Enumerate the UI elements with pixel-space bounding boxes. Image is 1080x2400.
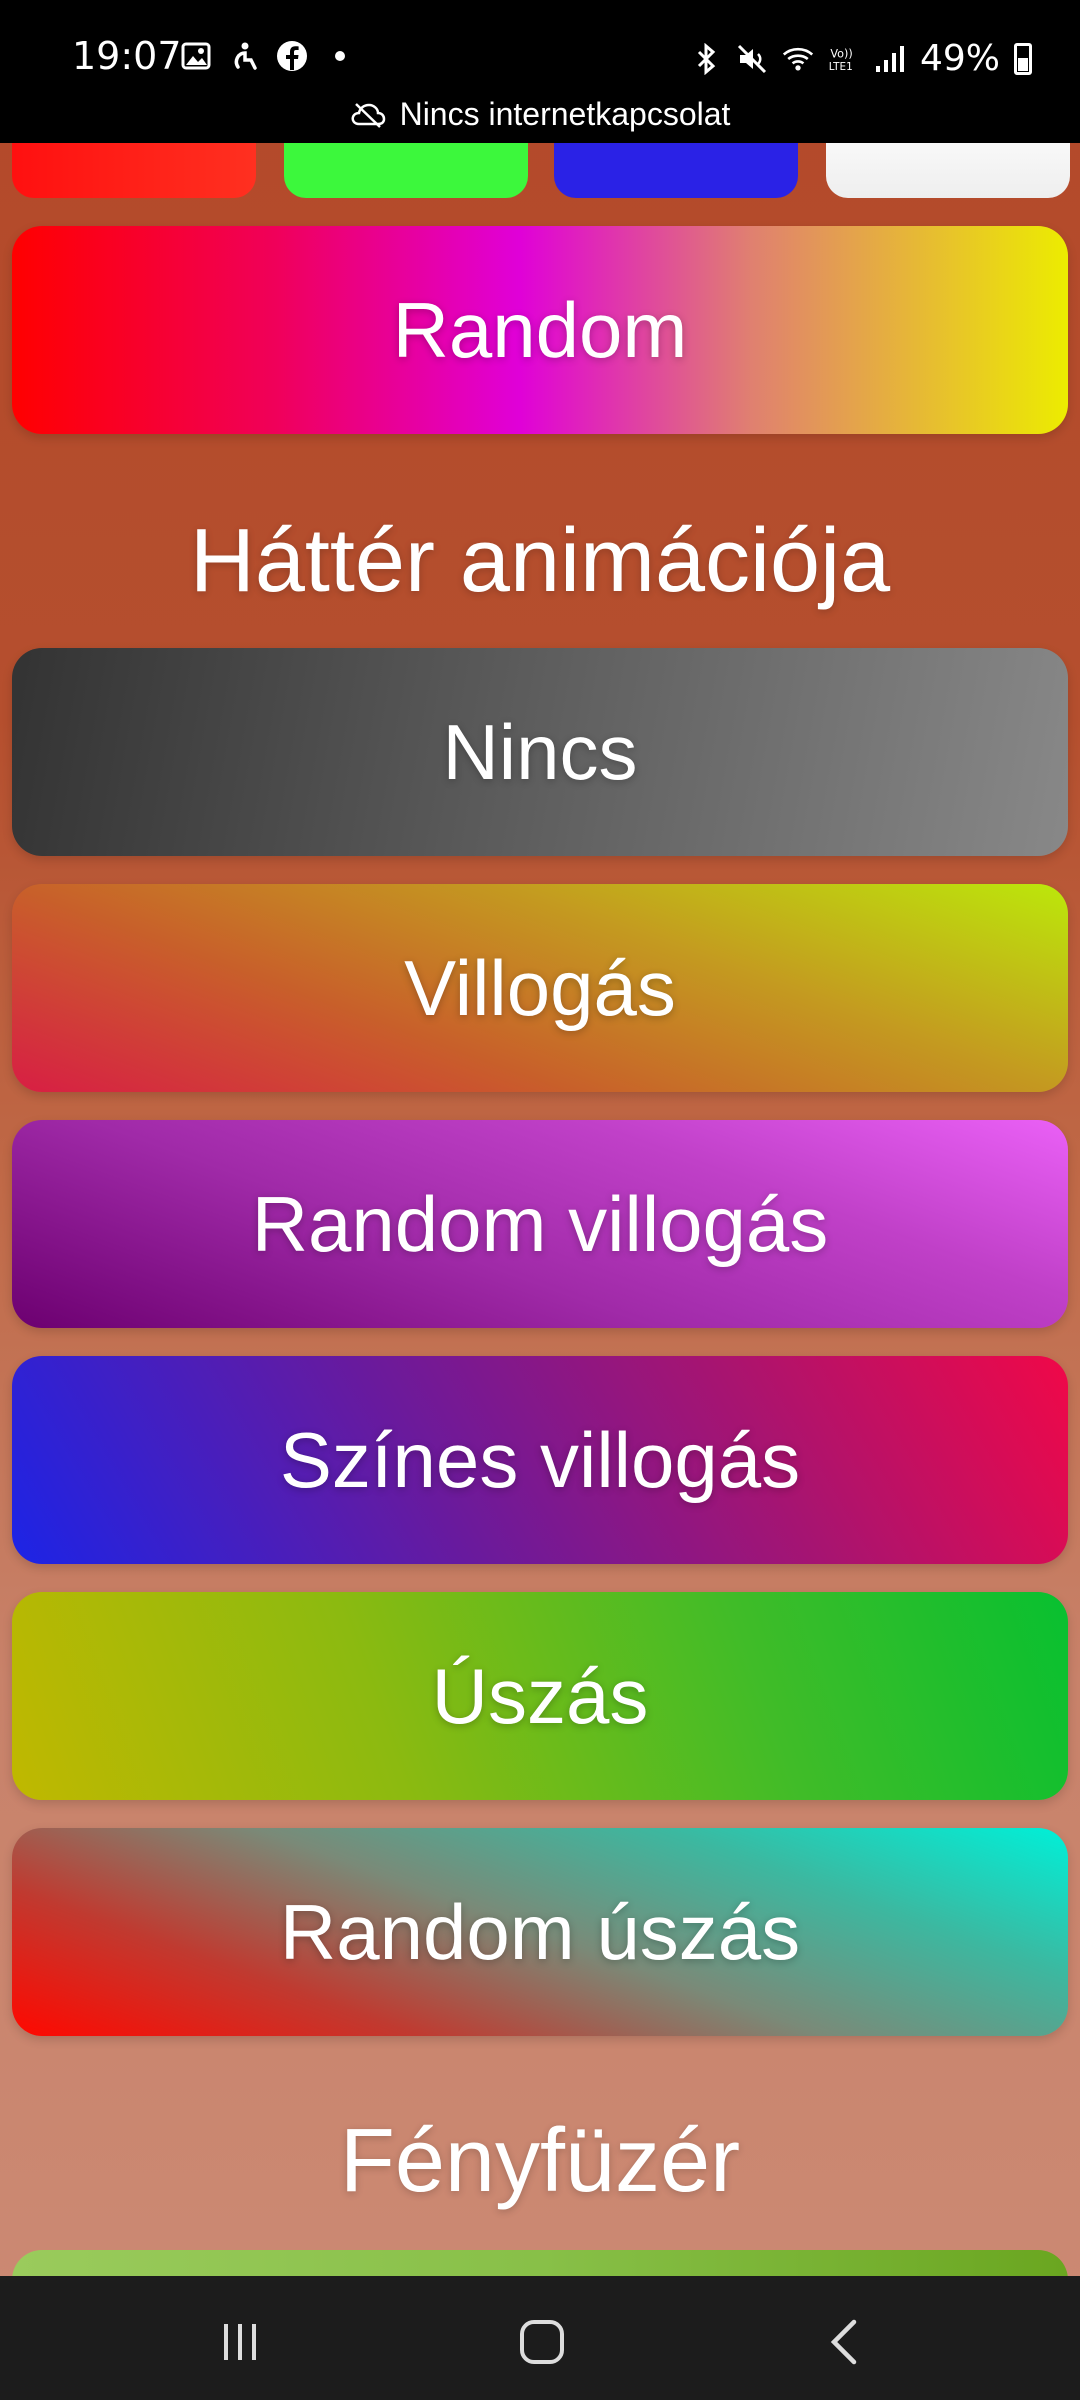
dot-icon bbox=[324, 40, 356, 72]
gallery-icon bbox=[180, 40, 212, 72]
facebook-icon bbox=[276, 40, 308, 72]
volte-icon: Vo)) LTE1 bbox=[828, 43, 860, 75]
signal-icon bbox=[874, 43, 906, 75]
wifi-icon bbox=[782, 43, 814, 75]
cloud-off-icon bbox=[351, 102, 385, 128]
bluetooth-icon bbox=[690, 42, 722, 75]
lights-section-title: Fényfüzér bbox=[339, 2111, 741, 2211]
animation-random-float-button[interactable]: Random úszás bbox=[12, 1828, 1068, 2036]
battery-icon bbox=[1014, 42, 1032, 75]
random-color-button[interactable]: Random bbox=[12, 226, 1068, 434]
battery-percent: 49% bbox=[919, 38, 1000, 79]
animation-color-flash-button[interactable]: Színes villogás bbox=[12, 1356, 1068, 1564]
animation-random-flash-button[interactable]: Random villogás bbox=[12, 1120, 1068, 1328]
status-time: 19:07 bbox=[72, 34, 182, 78]
home-icon[interactable] bbox=[512, 2312, 572, 2372]
network-banner: Nincs internetkapcsolat bbox=[0, 96, 1080, 133]
animation-none-button[interactable]: Nincs bbox=[12, 648, 1068, 856]
navigation-bar bbox=[0, 2276, 1080, 2400]
animation-section-title: Háttér animációja bbox=[189, 511, 891, 611]
animation-flash-button[interactable]: Villogás bbox=[12, 884, 1068, 1092]
status-bar: 19:07 Vo)) LTE1 49% Nincs internetkapcso… bbox=[0, 0, 1080, 143]
svg-text:Vo)): Vo)) bbox=[830, 47, 852, 60]
accessibility-icon bbox=[228, 40, 260, 72]
network-banner-text: Nincs internetkapcsolat bbox=[399, 96, 731, 132]
notification-icons bbox=[180, 40, 356, 72]
animation-float-button[interactable]: Úszás bbox=[12, 1592, 1068, 1800]
mute-icon bbox=[736, 43, 768, 75]
system-icons: Vo)) LTE1 49% bbox=[690, 38, 1032, 79]
recents-icon[interactable] bbox=[210, 2312, 270, 2372]
svg-text:LTE1: LTE1 bbox=[829, 61, 853, 73]
back-icon[interactable] bbox=[814, 2312, 874, 2372]
